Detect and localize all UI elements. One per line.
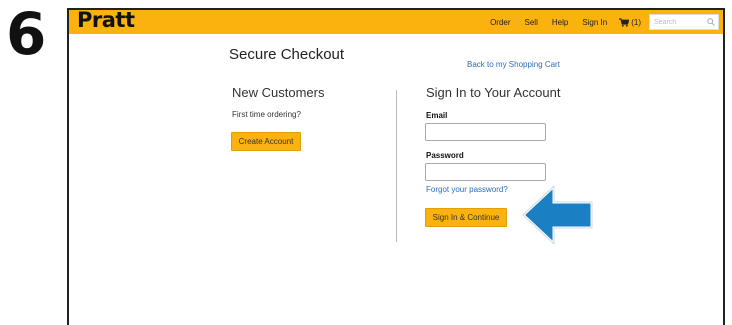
search-icon[interactable] <box>707 18 715 26</box>
cart-link[interactable]: (1) <box>619 18 641 27</box>
column-divider <box>396 90 397 242</box>
sign-in-heading: Sign In to Your Account <box>426 85 561 100</box>
email-field[interactable] <box>425 123 546 141</box>
pointer-arrow-icon <box>520 182 594 248</box>
nav-help[interactable]: Help <box>552 18 568 27</box>
nav-sell[interactable]: Sell <box>525 18 538 27</box>
nav-sign-in[interactable]: Sign In <box>582 18 607 27</box>
top-nav-bar: Pratt Order Sell Help Sign In (1) <box>69 8 723 34</box>
search-input[interactable] <box>654 18 704 26</box>
step-number: 6 <box>6 0 47 68</box>
new-customers-heading: New Customers <box>232 85 325 100</box>
nav-links: Order Sell Help Sign In (1) <box>476 10 719 34</box>
password-field[interactable] <box>425 163 546 181</box>
back-to-cart-link[interactable]: Back to my Shopping Cart <box>467 60 560 69</box>
email-label: Email <box>426 111 448 120</box>
create-account-button[interactable]: Create Account <box>231 132 301 151</box>
search-box[interactable] <box>649 14 719 30</box>
cart-count: (1) <box>631 17 641 27</box>
browser-frame: Pratt Order Sell Help Sign In (1) Search… <box>67 8 725 325</box>
first-time-text: First time ordering? <box>232 110 301 119</box>
page-title: Secure Checkout <box>229 46 345 63</box>
sign-in-continue-button[interactable]: Sign In & Continue <box>425 208 507 227</box>
pratt-logo[interactable]: Pratt <box>77 8 135 32</box>
cart-icon <box>619 17 630 27</box>
password-label: Password <box>426 151 464 160</box>
forgot-password-link[interactable]: Forgot your password? <box>426 185 508 194</box>
nav-order[interactable]: Order <box>490 18 510 27</box>
